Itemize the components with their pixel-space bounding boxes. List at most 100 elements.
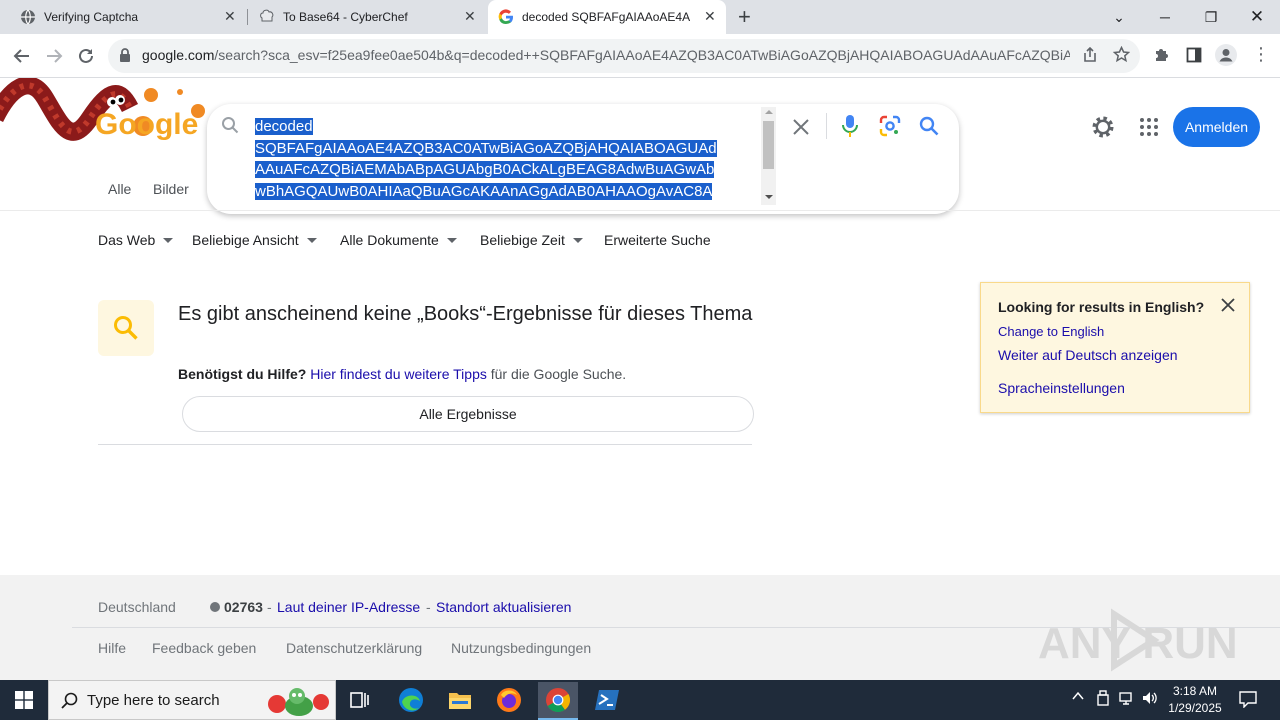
volume-icon[interactable] — [1142, 690, 1158, 709]
close-window-button[interactable]: ✕ — [1234, 0, 1280, 34]
clock-time: 3:18 AM — [1172, 684, 1218, 698]
tab-verifying-captcha[interactable]: Verifying Captcha ✕ — [8, 0, 246, 34]
microphone-icon[interactable] — [842, 115, 858, 142]
filter-documents[interactable]: Alle Dokumente — [340, 232, 457, 248]
help-tail: für die Google Suche. — [490, 366, 627, 382]
update-location-link[interactable]: Standort aktualisieren — [436, 599, 571, 615]
help-tips-link[interactable]: Hier findest du weitere Tipps — [310, 366, 487, 382]
notification-center-icon[interactable] — [1239, 690, 1257, 711]
file-explorer-icon[interactable] — [440, 684, 480, 716]
anyrun-watermark: ANY RUN — [1038, 606, 1238, 672]
footer-link-terms[interactable]: Nutzungsbedingungen — [451, 640, 591, 656]
chrome-icon[interactable] — [538, 682, 578, 720]
chevron-up-icon[interactable] — [1072, 690, 1084, 704]
extensions-icon[interactable] — [1153, 46, 1170, 68]
change-to-english-link[interactable]: Change to English — [998, 324, 1104, 339]
lock-icon — [119, 48, 131, 67]
settings-gear-icon[interactable] — [1091, 115, 1115, 144]
tab-images[interactable]: Bilder — [153, 181, 189, 197]
apps-grid-icon[interactable] — [1140, 118, 1158, 141]
close-tab-icon[interactable]: ✕ — [704, 8, 716, 25]
url-text[interactable]: google.com/search?sca_esv=f25ea9fee0ae50… — [142, 47, 1070, 63]
scroll-thumb[interactable] — [763, 121, 774, 169]
caret-down-icon — [163, 237, 174, 243]
usb-drive-icon[interactable] — [1096, 690, 1110, 709]
tab-title: To Base64 - CyberChef — [283, 10, 408, 24]
search-query-text[interactable]: decoded SQBFAFgAIAAoAE4AZQB3AC0ATwBiAGoA… — [255, 116, 760, 202]
forward-icon[interactable] — [40, 42, 68, 70]
footer-country: Deutschland — [98, 599, 176, 615]
back-icon[interactable] — [8, 42, 36, 70]
filter-view[interactable]: Beliebige Ansicht — [192, 232, 317, 248]
tab-search-icon[interactable]: ⌄ — [1096, 0, 1142, 34]
profile-icon[interactable] — [1215, 44, 1237, 71]
query-line: AAuAFcAZQBiAEMAbABpAGUAbgB0ACkALgBEAG8Ad… — [255, 161, 715, 178]
bookmark-star-icon[interactable] — [1112, 45, 1131, 68]
tab-title: Verifying Captcha — [44, 10, 139, 24]
no-results-title: Es gibt anscheinend keine „Books“-Ergebn… — [178, 303, 753, 325]
filter-label: Beliebige Zeit — [480, 232, 565, 248]
footer-link-privacy[interactable]: Datenschutzerklärung — [286, 640, 422, 656]
windows-start-icon[interactable] — [15, 691, 33, 714]
caret-down-icon — [446, 237, 457, 243]
url-path: /search?sca_esv=f25ea9fee0ae504b&q=decod… — [214, 47, 1070, 63]
tab-title: decoded SQBFAFgAIAAoAE4AZ( — [522, 10, 690, 24]
tab-all[interactable]: Alle — [108, 181, 131, 197]
footer-dash: - — [267, 599, 272, 615]
taskbar-clock[interactable]: 3:18 AM 1/29/2025 — [1160, 683, 1230, 717]
footer-dash: - — [426, 599, 431, 615]
url-host: google.com — [142, 47, 215, 63]
close-tab-icon[interactable]: ✕ — [464, 8, 476, 25]
side-panel-icon[interactable] — [1186, 47, 1202, 68]
sign-in-button[interactable]: Anmelden — [1173, 107, 1260, 147]
footer-postal-code: 02763 — [224, 599, 263, 615]
filter-label: Das Web — [98, 232, 156, 248]
scroll-up-arrow[interactable] — [765, 110, 773, 114]
all-results-button[interactable]: Alle Ergebnisse — [182, 396, 754, 432]
clear-icon[interactable] — [792, 118, 810, 141]
edge-icon[interactable] — [391, 684, 431, 716]
close-tab-icon[interactable]: ✕ — [224, 8, 236, 25]
caret-down-icon — [572, 237, 583, 243]
scroll-down-arrow[interactable] — [765, 195, 773, 199]
search-submit-icon[interactable] — [919, 116, 939, 141]
taskbar-search-box[interactable]: Type here to search — [48, 680, 336, 720]
advanced-search-link[interactable]: Erweiterte Suche — [604, 232, 711, 248]
language-settings-link[interactable]: Spracheinstellungen — [998, 380, 1125, 396]
caret-down-icon — [306, 237, 317, 243]
continue-german-link[interactable]: Weiter auf Deutsch anzeigen — [998, 347, 1178, 363]
search-icon — [221, 116, 240, 140]
filter-label: Beliebige Ansicht — [192, 232, 299, 248]
filter-label: Alle Dokumente — [340, 232, 439, 248]
share-icon[interactable] — [1082, 46, 1098, 68]
query-line: SQBFAFgAIAAoAE4AZQB3AC0ATwBiAGoAZQBjAHQA… — [255, 139, 717, 157]
query-line: decoded — [255, 118, 313, 135]
clock-date: 1/29/2025 — [1168, 701, 1222, 715]
footer-link-help[interactable]: Hilfe — [98, 640, 126, 656]
firefox-icon[interactable] — [489, 684, 529, 716]
google-doodle-logo[interactable]: Google — [0, 78, 240, 152]
tab-cyberchef[interactable]: To Base64 - CyberChef ✕ — [250, 0, 486, 34]
restore-button[interactable]: ❐ — [1188, 0, 1234, 34]
help-line: Benötigst du Hilfe? Hier findest du weit… — [178, 366, 626, 382]
close-icon[interactable] — [1221, 298, 1235, 317]
minimize-button[interactable]: ─ — [1142, 0, 1188, 34]
query-line: wBhAGQAUwB0AHIAaQBuAGcAKAAnAGgAdAB0AHAAO… — [255, 182, 713, 200]
ip-address-link[interactable]: Laut deiner IP-Adresse — [277, 599, 420, 615]
location-dot-icon — [210, 602, 220, 612]
powershell-icon[interactable] — [587, 684, 627, 716]
globe-icon — [20, 9, 36, 28]
tab-divider — [247, 9, 248, 25]
filter-web[interactable]: Das Web — [98, 232, 174, 248]
menu-kebab-icon[interactable]: ⋮ — [1252, 45, 1270, 63]
svg-text:Google: Google — [95, 108, 198, 141]
reload-icon[interactable] — [72, 42, 100, 70]
footer-link-feedback[interactable]: Feedback geben — [152, 640, 256, 656]
filter-time[interactable]: Beliebige Zeit — [480, 232, 583, 248]
tab-google-search[interactable]: decoded SQBFAFgAIAAoAE4AZ( ✕ — [488, 0, 726, 34]
network-icon[interactable] — [1119, 690, 1135, 709]
task-view-icon[interactable] — [340, 684, 380, 716]
query-scrollbar[interactable] — [761, 107, 776, 205]
new-tab-button[interactable]: + — [738, 4, 751, 30]
lens-icon[interactable] — [879, 115, 901, 142]
